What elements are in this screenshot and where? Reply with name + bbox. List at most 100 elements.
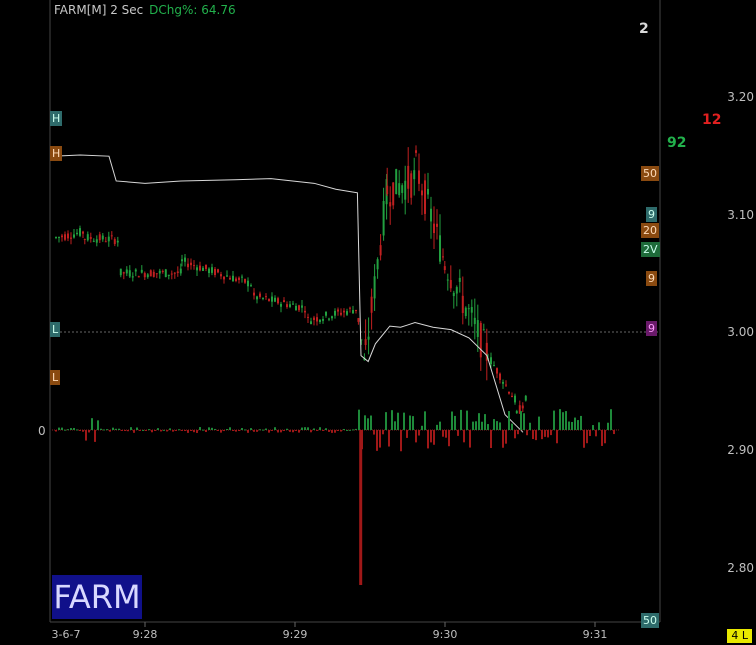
volume-bar — [565, 411, 567, 430]
x-tick-label: 9:28 — [132, 628, 158, 641]
candle-body — [179, 268, 182, 274]
volume-bar — [451, 411, 453, 430]
x-tick-label: 3-6-7 — [51, 628, 81, 641]
volume-bar — [391, 410, 393, 430]
volume-bar — [136, 427, 138, 430]
volume-bar — [55, 430, 57, 432]
candle-body — [446, 279, 449, 281]
volume-bar — [406, 430, 408, 438]
volume-bar — [106, 429, 108, 431]
candle-body — [301, 305, 303, 308]
volume-bar — [91, 418, 93, 430]
volume-bar — [118, 428, 120, 430]
candle-body — [499, 373, 501, 380]
chart-header: FARM[M] 2 Sec DChg%: 64.76 — [54, 3, 236, 17]
top-count: 2 — [639, 21, 649, 37]
volume-bar — [328, 430, 330, 432]
volume-bar — [526, 430, 528, 436]
y-tick-label: 2.80 — [727, 561, 754, 575]
volume-bar — [373, 430, 375, 435]
volume-bar — [355, 428, 357, 430]
candle-body — [424, 180, 426, 214]
candle-body — [95, 239, 98, 243]
volume-bar — [211, 427, 213, 430]
candle-body — [352, 310, 354, 314]
volume-bar — [535, 430, 537, 441]
volume-bar — [154, 430, 156, 431]
volume-bar — [79, 430, 81, 431]
volume-bar — [481, 421, 483, 430]
volume-bar — [313, 428, 315, 430]
volume-bar — [502, 430, 504, 448]
volume-bar — [493, 419, 495, 430]
volume-bar — [388, 430, 390, 447]
volume-bar — [343, 428, 345, 430]
right-marker-20: 20 — [641, 223, 659, 238]
candle-body — [524, 395, 527, 401]
candle-body — [298, 305, 300, 311]
volume-bar — [121, 430, 123, 431]
volume-bar — [487, 424, 489, 430]
candle-body — [521, 405, 524, 409]
candle-body — [502, 381, 504, 384]
candle-body — [152, 271, 155, 277]
candle-body — [181, 259, 183, 262]
candle-body — [514, 395, 516, 403]
candle-body — [395, 169, 398, 194]
candle-body — [379, 245, 382, 256]
candle-body — [122, 272, 125, 274]
price-chart[interactable] — [0, 0, 756, 645]
right-marker-9a: 9 — [646, 207, 657, 222]
volume-bar — [568, 421, 570, 430]
volume-bar — [142, 429, 144, 431]
volume-bar — [193, 430, 195, 433]
candle-body — [161, 270, 164, 272]
volume-bar — [385, 412, 387, 430]
candle-body — [247, 280, 249, 287]
volume-bar — [580, 415, 582, 430]
volume-bar — [331, 430, 333, 433]
volume-bar — [541, 430, 543, 440]
volume-bar — [316, 430, 318, 431]
volume-bar — [139, 430, 141, 431]
volume-bar — [448, 430, 450, 447]
candle-body — [346, 311, 348, 315]
volume-bar — [475, 421, 477, 430]
volume-bar — [220, 430, 222, 433]
candle-body — [490, 357, 492, 365]
candle-body — [289, 304, 291, 307]
volume-bar — [157, 428, 159, 430]
volume-bar — [436, 424, 438, 430]
candle-body — [146, 274, 149, 278]
candle-body — [386, 185, 389, 195]
volume-bar — [310, 430, 312, 433]
volume-bar — [598, 422, 600, 430]
volume-bar — [469, 430, 471, 448]
candle-body — [389, 202, 392, 207]
volume-bar — [382, 430, 384, 435]
candle-body — [265, 296, 267, 298]
candle-body — [455, 287, 458, 294]
volume-bar — [349, 429, 351, 431]
candle-body — [398, 183, 401, 196]
ticker-badge: FARM — [52, 575, 142, 619]
volume-bar — [232, 430, 234, 431]
candle-body — [325, 311, 327, 316]
volume-bar — [394, 421, 396, 430]
candle-body — [61, 235, 63, 238]
volume-bar — [241, 428, 243, 430]
candle-body — [367, 336, 370, 340]
volume-bar — [238, 430, 240, 431]
candle-body — [436, 223, 438, 227]
volume-zero-label: 0 — [38, 424, 46, 438]
volume-bar — [178, 429, 180, 431]
volume-bar — [397, 412, 399, 430]
candle-body — [473, 317, 476, 325]
candle-body — [262, 297, 264, 299]
volume-bar — [124, 430, 126, 431]
x-tick-label: 9:31 — [582, 628, 608, 641]
volume-bar — [460, 409, 462, 430]
candle-body — [401, 185, 404, 193]
candle-body — [458, 277, 461, 282]
candle-body — [382, 200, 385, 236]
